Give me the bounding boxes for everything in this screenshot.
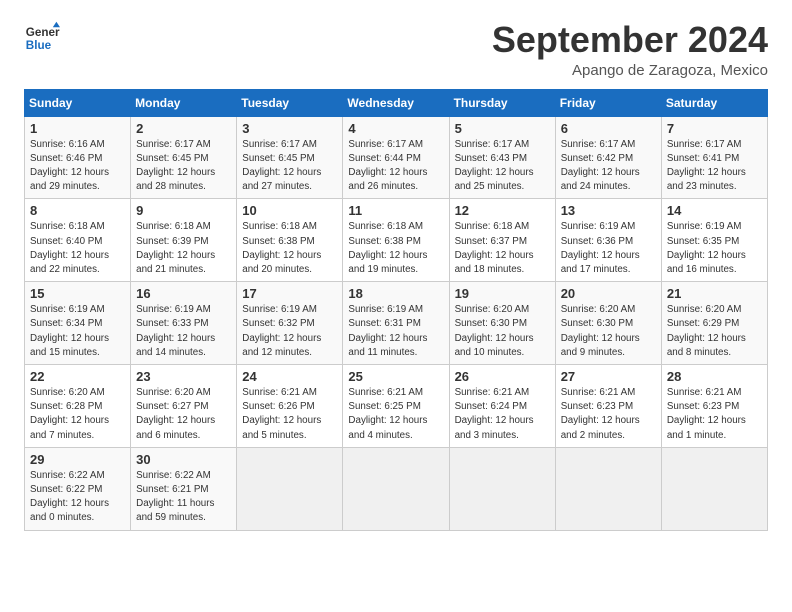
calendar-cell-week4-1: 23Sunrise: 6:20 AM Sunset: 6:27 PM Dayli… xyxy=(131,365,237,448)
col-header-tuesday: Tuesday xyxy=(237,89,343,116)
calendar-cell-week2-3: 11Sunrise: 6:18 AM Sunset: 6:38 PM Dayli… xyxy=(343,199,449,282)
calendar-cell-week5-3 xyxy=(343,447,449,530)
calendar-cell-2: 2Sunrise: 6:17 AM Sunset: 6:45 PM Daylig… xyxy=(131,116,237,199)
col-header-thursday: Thursday xyxy=(449,89,555,116)
calendar-cell-week4-2: 24Sunrise: 6:21 AM Sunset: 6:26 PM Dayli… xyxy=(237,365,343,448)
month-title: September 2024 xyxy=(492,20,768,60)
location-title: Apango de Zaragoza, Mexico xyxy=(492,62,768,79)
col-header-saturday: Saturday xyxy=(661,89,767,116)
calendar-cell-week4-3: 25Sunrise: 6:21 AM Sunset: 6:25 PM Dayli… xyxy=(343,365,449,448)
calendar-cell-week4-5: 27Sunrise: 6:21 AM Sunset: 6:23 PM Dayli… xyxy=(555,365,661,448)
calendar-cell-1: 1Sunrise: 6:16 AM Sunset: 6:46 PM Daylig… xyxy=(25,116,131,199)
calendar-week-2: 8Sunrise: 6:18 AM Sunset: 6:40 PM Daylig… xyxy=(25,199,768,282)
calendar-cell-week3-0: 15Sunrise: 6:19 AM Sunset: 6:34 PM Dayli… xyxy=(25,282,131,365)
calendar-cell-7: 7Sunrise: 6:17 AM Sunset: 6:41 PM Daylig… xyxy=(661,116,767,199)
col-header-monday: Monday xyxy=(131,89,237,116)
calendar-cell-4: 4Sunrise: 6:17 AM Sunset: 6:44 PM Daylig… xyxy=(343,116,449,199)
calendar-week-5: 29Sunrise: 6:22 AM Sunset: 6:22 PM Dayli… xyxy=(25,447,768,530)
calendar-cell-week5-2 xyxy=(237,447,343,530)
calendar-cell-week3-6: 21Sunrise: 6:20 AM Sunset: 6:29 PM Dayli… xyxy=(661,282,767,365)
calendar-cell-week3-2: 17Sunrise: 6:19 AM Sunset: 6:32 PM Dayli… xyxy=(237,282,343,365)
svg-text:Blue: Blue xyxy=(26,39,52,52)
calendar-cell-week3-3: 18Sunrise: 6:19 AM Sunset: 6:31 PM Dayli… xyxy=(343,282,449,365)
col-header-sunday: Sunday xyxy=(25,89,131,116)
calendar-cell-week5-6 xyxy=(661,447,767,530)
col-header-friday: Friday xyxy=(555,89,661,116)
calendar-cell-5: 5Sunrise: 6:17 AM Sunset: 6:43 PM Daylig… xyxy=(449,116,555,199)
col-header-wednesday: Wednesday xyxy=(343,89,449,116)
calendar-cell-week2-1: 9Sunrise: 6:18 AM Sunset: 6:39 PM Daylig… xyxy=(131,199,237,282)
calendar-cell-week3-5: 20Sunrise: 6:20 AM Sunset: 6:30 PM Dayli… xyxy=(555,282,661,365)
calendar-cell-week3-4: 19Sunrise: 6:20 AM Sunset: 6:30 PM Dayli… xyxy=(449,282,555,365)
logo: General Blue xyxy=(24,20,60,56)
calendar-cell-week2-6: 14Sunrise: 6:19 AM Sunset: 6:35 PM Dayli… xyxy=(661,199,767,282)
header: General Blue September 2024 Apango de Za… xyxy=(24,20,768,79)
calendar-cell-week5-4 xyxy=(449,447,555,530)
calendar-cell-6: 6Sunrise: 6:17 AM Sunset: 6:42 PM Daylig… xyxy=(555,116,661,199)
calendar-week-1: 1Sunrise: 6:16 AM Sunset: 6:46 PM Daylig… xyxy=(25,116,768,199)
calendar-cell-week5-1: 30Sunrise: 6:22 AM Sunset: 6:21 PM Dayli… xyxy=(131,447,237,530)
logo-icon: General Blue xyxy=(24,20,60,56)
calendar-cell-3: 3Sunrise: 6:17 AM Sunset: 6:45 PM Daylig… xyxy=(237,116,343,199)
calendar-cell-week2-2: 10Sunrise: 6:18 AM Sunset: 6:38 PM Dayli… xyxy=(237,199,343,282)
svg-text:General: General xyxy=(26,26,60,39)
calendar-week-4: 22Sunrise: 6:20 AM Sunset: 6:28 PM Dayli… xyxy=(25,365,768,448)
calendar-cell-week2-0: 8Sunrise: 6:18 AM Sunset: 6:40 PM Daylig… xyxy=(25,199,131,282)
title-area: September 2024 Apango de Zaragoza, Mexic… xyxy=(492,20,768,79)
calendar-cell-week3-1: 16Sunrise: 6:19 AM Sunset: 6:33 PM Dayli… xyxy=(131,282,237,365)
calendar-cell-week2-4: 12Sunrise: 6:18 AM Sunset: 6:37 PM Dayli… xyxy=(449,199,555,282)
calendar-cell-week5-0: 29Sunrise: 6:22 AM Sunset: 6:22 PM Dayli… xyxy=(25,447,131,530)
calendar-cell-week4-0: 22Sunrise: 6:20 AM Sunset: 6:28 PM Dayli… xyxy=(25,365,131,448)
calendar-table: SundayMondayTuesdayWednesdayThursdayFrid… xyxy=(24,89,768,531)
calendar-cell-week2-5: 13Sunrise: 6:19 AM Sunset: 6:36 PM Dayli… xyxy=(555,199,661,282)
calendar-cell-week4-4: 26Sunrise: 6:21 AM Sunset: 6:24 PM Dayli… xyxy=(449,365,555,448)
calendar-cell-week5-5 xyxy=(555,447,661,530)
calendar-cell-week4-6: 28Sunrise: 6:21 AM Sunset: 6:23 PM Dayli… xyxy=(661,365,767,448)
header-row: SundayMondayTuesdayWednesdayThursdayFrid… xyxy=(25,89,768,116)
calendar-week-3: 15Sunrise: 6:19 AM Sunset: 6:34 PM Dayli… xyxy=(25,282,768,365)
